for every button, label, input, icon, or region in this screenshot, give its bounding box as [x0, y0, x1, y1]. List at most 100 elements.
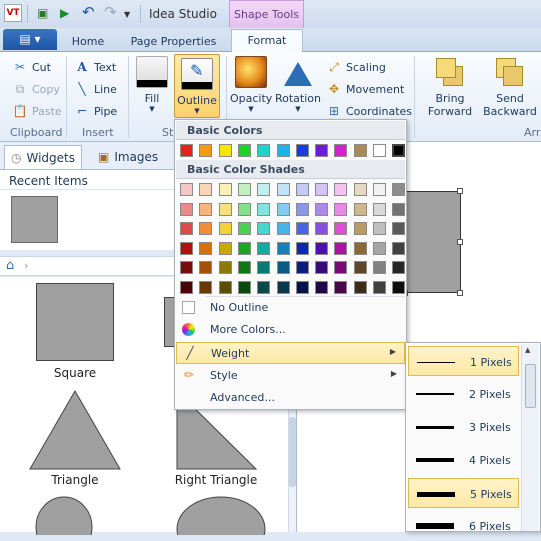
shade-swatch[interactable]	[315, 202, 329, 216]
insert-line-button[interactable]: ╲ Line	[74, 79, 117, 99]
shade-swatch[interactable]	[257, 183, 271, 196]
shade-swatch[interactable]	[373, 202, 386, 216]
shade-swatch[interactable]	[276, 183, 290, 196]
weight-scrollbar[interactable]: ▲	[521, 344, 539, 531]
file-menu-button[interactable]: ▤ ▾	[3, 29, 57, 50]
shade-swatch[interactable]	[257, 241, 271, 255]
style-item[interactable]: ✏ Style ▶	[176, 365, 405, 387]
color-swatch[interactable]	[237, 144, 251, 157]
shade-swatch[interactable]	[199, 202, 213, 216]
movement-button[interactable]: ✥ Movement	[326, 79, 404, 99]
shade-swatch[interactable]	[392, 222, 406, 235]
shade-swatch[interactable]	[334, 261, 348, 274]
shade-swatch[interactable]	[237, 241, 251, 255]
shade-swatch[interactable]	[373, 280, 386, 294]
shade-swatch[interactable]	[257, 261, 271, 274]
shade-swatch[interactable]	[295, 241, 309, 255]
shade-swatch[interactable]	[257, 280, 271, 294]
send-backward-button[interactable]: Send Backward	[480, 56, 540, 118]
color-swatch[interactable]	[257, 144, 271, 157]
shade-swatch[interactable]	[276, 241, 290, 255]
shade-swatch[interactable]	[334, 183, 348, 196]
weight-option[interactable]: 5 Pixels	[408, 478, 519, 508]
home-icon[interactable]: ⌂	[6, 258, 14, 273]
color-swatch[interactable]	[218, 144, 232, 157]
tab-home[interactable]: Home	[68, 31, 108, 52]
scrollbar-thumb[interactable]	[289, 417, 296, 487]
tab-page-properties[interactable]: Page Properties	[126, 31, 221, 52]
scaling-button[interactable]: ⤢ Scaling	[326, 57, 386, 77]
undo-icon[interactable]: ↶	[82, 3, 95, 21]
shade-swatch[interactable]	[295, 222, 309, 235]
tab-format[interactable]: Format	[231, 29, 303, 52]
shade-swatch[interactable]	[373, 183, 386, 196]
weight-option[interactable]: 3 Pixels	[408, 412, 519, 442]
insert-pipe-button[interactable]: ⌐ Pipe	[74, 101, 117, 121]
shade-swatch[interactable]	[218, 261, 232, 274]
color-swatch[interactable]	[276, 144, 290, 157]
cut-button[interactable]: ✂ Cut	[12, 57, 51, 77]
shade-swatch[interactable]	[237, 183, 251, 196]
shade-swatch[interactable]	[180, 241, 193, 255]
shade-swatch[interactable]	[180, 183, 193, 196]
color-swatch[interactable]	[334, 144, 348, 157]
outline-button[interactable]: ✎ Outline ▼	[174, 54, 220, 118]
shade-swatch[interactable]	[295, 261, 309, 274]
shade-swatch[interactable]	[392, 183, 406, 196]
color-swatch[interactable]	[180, 144, 193, 157]
shade-swatch[interactable]	[334, 222, 348, 235]
color-swatch[interactable]	[315, 144, 329, 157]
weight-item[interactable]: ╱ Weight ▶	[176, 342, 405, 364]
shade-swatch[interactable]	[392, 261, 406, 274]
play-icon[interactable]: ▶	[60, 6, 69, 20]
shade-swatch[interactable]	[334, 241, 348, 255]
shade-swatch[interactable]	[315, 261, 329, 274]
insert-text-button[interactable]: A Text	[74, 57, 116, 77]
shade-swatch[interactable]	[218, 183, 232, 196]
shade-swatch[interactable]	[295, 183, 309, 196]
shade-swatch[interactable]	[218, 280, 232, 294]
shade-swatch[interactable]	[373, 261, 386, 274]
shade-swatch[interactable]	[180, 280, 193, 294]
weight-option[interactable]: 6 Pixels	[408, 511, 519, 541]
paste-button[interactable]: 📋 Paste	[12, 101, 62, 121]
shade-swatch[interactable]	[218, 241, 232, 255]
shade-swatch[interactable]	[353, 183, 367, 196]
shade-swatch[interactable]	[199, 241, 213, 255]
shape-square[interactable]	[36, 283, 114, 361]
weight-option[interactable]: 2 Pixels	[408, 379, 519, 409]
copy-button[interactable]: ⧉ Copy	[12, 79, 60, 99]
recent-item-square[interactable]	[11, 196, 58, 243]
shade-swatch[interactable]	[373, 222, 386, 235]
tab-images[interactable]: ▣ Images	[92, 145, 164, 169]
shade-swatch[interactable]	[276, 222, 290, 235]
shade-swatch[interactable]	[315, 222, 329, 235]
shade-swatch[interactable]	[353, 241, 367, 255]
shade-swatch[interactable]	[353, 202, 367, 216]
weight-option[interactable]: 1 Pixels	[408, 346, 519, 376]
shade-swatch[interactable]	[237, 261, 251, 274]
shade-swatch[interactable]	[392, 202, 406, 216]
new-page-icon[interactable]: ▣	[37, 6, 48, 20]
tab-widgets[interactable]: ◷ Widgets	[4, 145, 82, 169]
shade-swatch[interactable]	[392, 280, 406, 294]
shade-swatch[interactable]	[199, 183, 213, 196]
shade-swatch[interactable]	[237, 202, 251, 216]
shade-swatch[interactable]	[237, 222, 251, 235]
bring-forward-button[interactable]: Bring Forward	[420, 56, 480, 118]
resize-handle[interactable]	[457, 239, 463, 245]
color-swatch[interactable]	[199, 144, 213, 157]
opacity-button[interactable]: Opacity ▼	[230, 56, 272, 113]
shape-ellipse[interactable]	[176, 495, 266, 535]
selected-shape[interactable]	[405, 191, 461, 293]
fill-button[interactable]: Fill ▼	[134, 56, 170, 113]
shade-swatch[interactable]	[295, 280, 309, 294]
color-swatch[interactable]	[353, 144, 367, 157]
no-outline-item[interactable]: No Outline	[176, 297, 405, 319]
shade-swatch[interactable]	[373, 241, 386, 255]
shade-swatch[interactable]	[199, 261, 213, 274]
color-swatch[interactable]	[391, 143, 407, 158]
shade-swatch[interactable]	[353, 261, 367, 274]
quick-access-dropdown-icon[interactable]: ▼	[124, 10, 130, 19]
shade-swatch[interactable]	[334, 280, 348, 294]
